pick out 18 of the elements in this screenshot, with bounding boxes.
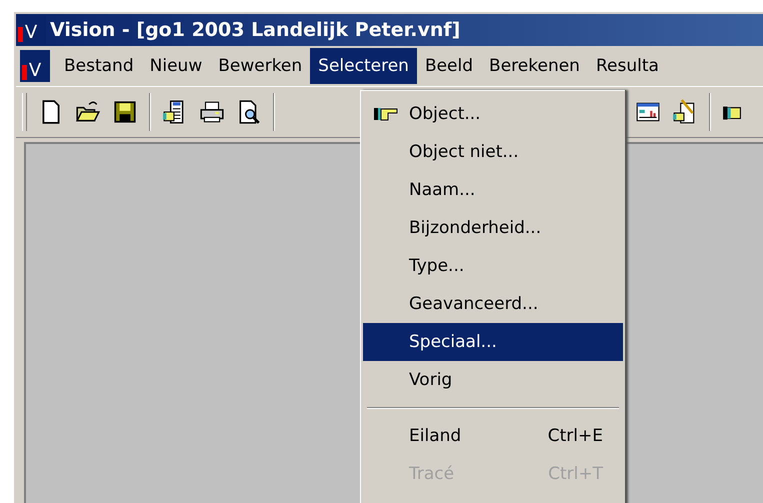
menu-item[interactable]: Selecteren bbox=[310, 48, 417, 84]
menu-item[interactable]: Nieuw bbox=[142, 48, 210, 84]
document-logo[interactable]: V bbox=[20, 50, 50, 82]
menu-item[interactable]: Resulta bbox=[588, 48, 667, 84]
menu-option[interactable]: Vorig bbox=[363, 361, 623, 399]
window-title: Vision - [go1 2003 Landelijk Peter.vnf] bbox=[50, 19, 460, 41]
menu-item[interactable]: Beeld bbox=[416, 48, 482, 84]
menu-option[interactable]: Eiland Ctrl+E bbox=[363, 417, 623, 455]
menu-option[interactable]: Type... bbox=[363, 247, 623, 285]
menu-option[interactable]: Speciaal... bbox=[363, 323, 623, 361]
menu-item[interactable]: Bewerken bbox=[210, 48, 310, 84]
menu-option[interactable]: Object niet... bbox=[363, 133, 623, 171]
menu-option[interactable]: Naam... bbox=[363, 171, 623, 209]
menu-item[interactable]: Berekenen bbox=[481, 48, 588, 84]
menu-option[interactable]: Geavanceerd... bbox=[363, 285, 623, 323]
menu-option[interactable]: Bijzonderheid... bbox=[363, 209, 623, 247]
menu-option[interactable]: Object... bbox=[363, 95, 623, 133]
menu-item[interactable]: Bestand bbox=[56, 48, 142, 84]
